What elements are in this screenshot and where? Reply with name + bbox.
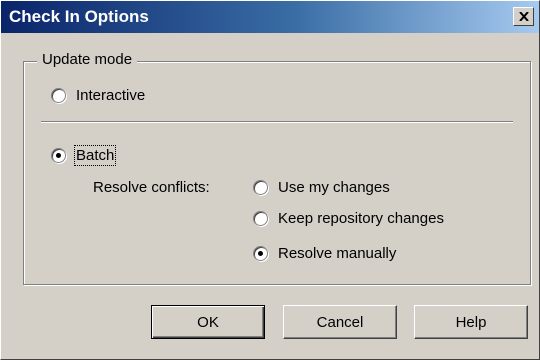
batch-label: Batch [73,145,117,166]
dialog-title: Check In Options [9,7,149,26]
batch-radio-option[interactable]: Batch [51,145,117,166]
separator [41,121,513,123]
resolve-conflicts-label: Resolve conflicts: [93,179,210,196]
ok-button[interactable]: OK [151,305,265,339]
help-button[interactable]: Help [414,305,528,339]
cancel-button[interactable]: Cancel [283,305,397,339]
resolve-manually-option[interactable]: Resolve manually [253,245,396,262]
close-button[interactable] [513,7,534,26]
resolve-manually-label: Resolve manually [278,245,397,262]
update-mode-legend: Update mode [37,51,138,68]
check-in-options-dialog: Check In Options Update mode Interactive… [0,0,540,360]
keep-repository-changes-radio[interactable] [253,211,268,226]
resolve-manually-radio[interactable] [253,246,268,261]
keep-repository-changes-label: Keep repository changes [278,210,444,227]
keep-repository-changes-option[interactable]: Keep repository changes [253,210,444,227]
batch-radio[interactable] [51,148,66,163]
use-my-changes-radio[interactable] [253,180,268,195]
use-my-changes-option[interactable]: Use my changes [253,179,390,196]
interactive-label: Interactive [76,87,146,104]
close-icon [519,12,529,21]
title-bar[interactable]: Check In Options [1,1,539,33]
interactive-radio-option[interactable]: Interactive [51,87,145,104]
use-my-changes-label: Use my changes [278,179,390,196]
interactive-radio[interactable] [51,88,66,103]
